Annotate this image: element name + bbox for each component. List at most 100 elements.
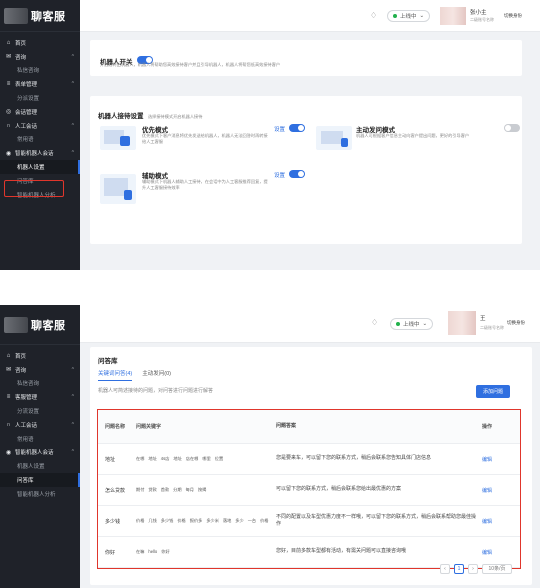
keyword-tag: 多少 xyxy=(235,518,244,523)
pagination: ‹ 1 › 10条/页 xyxy=(440,564,512,574)
logo-text: 聊客服 xyxy=(31,10,66,23)
sidebar-item[interactable]: 常用语 xyxy=(0,133,80,147)
top-header: ♢ 上线中 ⌄ 张小主 二级账号名称 切换身份 xyxy=(80,0,540,32)
tab-keyword-qa[interactable]: 关键词问答(4) xyxy=(98,369,133,381)
prev-page-icon[interactable]: ‹ xyxy=(440,564,450,574)
status-label: 上线中 xyxy=(400,14,417,20)
sidebar-item[interactable]: ≡ 客服管理 ^ xyxy=(0,390,80,404)
logo-mark xyxy=(4,316,28,333)
assist-mode-toggle[interactable] xyxy=(289,170,305,178)
sidebar-item-label: 私信咨询 xyxy=(17,68,40,75)
keyword-tag: 多少米 xyxy=(206,518,219,523)
mode-settings-link[interactable]: 设置 xyxy=(274,171,285,179)
keyword-tag: 哪里 xyxy=(202,456,211,461)
switch-identity[interactable]: 切换身份 xyxy=(507,320,525,326)
robot-switch-desc: 开启后将由机器人，机器人将帮助您高效接待客户并且引导机器人，机器人将帮您低高效接… xyxy=(100,62,281,67)
keyword-tag: 按揭 xyxy=(197,487,207,492)
keyword-tag: 报价多 xyxy=(189,518,203,523)
user-org: 二级账号名称 xyxy=(480,325,504,330)
sidebar-item-label: 机器人设置 xyxy=(17,464,45,471)
logo: 聊客服 xyxy=(0,305,80,345)
bell-icon[interactable]: ♢ xyxy=(370,11,377,20)
add-question-button[interactable]: 添加问题 xyxy=(476,385,511,398)
sidebar-item[interactable]: ✉ 咨询 ^ xyxy=(0,363,80,377)
sidebar-item[interactable]: ⌂ 首页 xyxy=(0,36,80,50)
status-dropdown[interactable]: 上线中 ⌄ xyxy=(390,318,434,330)
switch-identity[interactable]: 切换身份 xyxy=(504,13,522,19)
chevron-up-icon: ^ xyxy=(71,394,74,401)
sidebar-item-label: 首页 xyxy=(15,353,27,360)
sidebar-item[interactable]: 私信咨询 xyxy=(0,64,80,78)
mode-settings-link[interactable]: 设置 xyxy=(274,125,285,133)
sidebar-item-label: 私信咨询 xyxy=(17,381,40,388)
keyword-tag: 期付 xyxy=(136,487,145,492)
sidebar-item[interactable]: 智能机器人分析 xyxy=(0,487,80,501)
priority-mode-toggle[interactable] xyxy=(289,124,305,132)
sidebar-item-label: 首页 xyxy=(15,40,27,47)
edit-link[interactable]: 编辑 xyxy=(476,549,520,556)
keyword-tag: 价格 xyxy=(177,518,186,523)
keyword-tag: 价格 xyxy=(136,518,145,523)
keyword-tag: 在嘛 xyxy=(136,549,145,554)
sidebar-item[interactable]: 分派设置 xyxy=(0,91,80,105)
edit-link[interactable]: 编辑 xyxy=(476,456,520,463)
logo-mark xyxy=(4,7,28,24)
sidebar-item[interactable]: ✉ 咨询 ^ xyxy=(0,50,80,64)
chevron-down-icon: ⌄ xyxy=(422,321,428,327)
sidebar-item-label: 分派设置 xyxy=(17,96,40,103)
sidebar-item[interactable]: ◉ 智能机器人会话 ^ xyxy=(0,446,80,460)
question-name: 你好 xyxy=(105,549,116,556)
robot-icon: ◉ xyxy=(5,150,12,157)
chevron-up-icon: ^ xyxy=(71,449,74,456)
session-icon: ◎ xyxy=(5,109,12,116)
question-name: 多少钱 xyxy=(105,518,121,525)
col-action: 操作 xyxy=(482,424,493,430)
next-page-icon[interactable]: › xyxy=(468,564,478,574)
keyword-tag: 地址 xyxy=(173,456,182,461)
sidebar-item[interactable]: ⌂ 首页 xyxy=(0,349,80,363)
sidebar-item[interactable]: ◉ 智能机器人会话 ^ xyxy=(0,146,80,160)
sidebar-item[interactable]: ∩ 人工会话 ^ xyxy=(0,418,80,432)
sidebar-item[interactable]: ◎ 会话管理 xyxy=(0,105,80,119)
mode-desc: 机器人可根据客户信息主动向客户提出问题，更好的引导客户 xyxy=(356,133,470,138)
sidebar-item-label: 咨询 xyxy=(15,54,27,61)
sidebar-item[interactable]: 分流设置 xyxy=(0,404,80,418)
sidebar-item[interactable]: ∩ 人工会话 ^ xyxy=(0,119,80,133)
edit-link[interactable]: 编辑 xyxy=(476,518,520,525)
qa-library-screen: 聊客服 ⌂ 首页 ✉ 咨询 ^ 私信咨询 ≡ 客服管理 ^ 分流设置 ∩ 人工会话 ^ 常用语 ◉ 智能机器人… xyxy=(0,305,540,588)
active-ask-mode-toggle[interactable] xyxy=(504,124,520,132)
keyword-tag: 分期 xyxy=(173,487,182,492)
avatar[interactable] xyxy=(448,311,476,335)
sidebar-item[interactable]: 机器人设置 xyxy=(0,459,80,473)
keyword-list: 在哪 地址 4s店 地址 店在哪 哪里 位置 xyxy=(130,456,270,462)
tab-active-ask[interactable]: 主动发问(0) xyxy=(142,369,171,381)
qa-tabs: 关键词问答(4) 主动发问(0) xyxy=(98,369,171,381)
reception-header: 机器人接待设置 选择接待模式开启机器人接待 xyxy=(98,105,202,123)
robot-icon: ◉ xyxy=(5,449,12,456)
sidebar-item[interactable]: 常用语 xyxy=(0,432,80,446)
sidebar-item[interactable]: 私信咨询 xyxy=(0,377,80,391)
table-row: 地址 在哪 地址 4s店 地址 店在哪 哪里 位置 您是要来车，可以留下您的联系方式，稍后会联系… xyxy=(98,444,520,475)
status-label: 上线中 xyxy=(403,322,420,328)
sidebar-item[interactable]: ≡ 表单管理 ^ xyxy=(0,77,80,91)
sidebar-item[interactable]: 机器人设置 xyxy=(0,160,80,174)
mode-desc: 优先模式下客户消息将优先发送给机器人，机器人无法回答时再转接给人工客服 xyxy=(142,133,268,145)
question-name: 地址 xyxy=(105,456,116,463)
edit-link[interactable]: 编辑 xyxy=(476,487,520,494)
sidebar-item-label: 客服管理 xyxy=(15,395,38,402)
avatar[interactable] xyxy=(440,7,466,25)
status-dropdown[interactable]: 上线中 ⌄ xyxy=(387,10,431,22)
keyword-tag: 店在哪 xyxy=(185,456,199,461)
col-keywords: 问题关键字 xyxy=(136,424,162,430)
page-size-select[interactable]: 10条/页 xyxy=(482,564,512,574)
sidebar-item-label: 智能机器人会话 xyxy=(15,151,54,158)
keyword-tag: 几钱 xyxy=(148,518,157,523)
bell-icon[interactable]: ♢ xyxy=(371,318,378,327)
sidebar-item[interactable]: 问答库 xyxy=(0,473,80,487)
chevron-up-icon: ^ xyxy=(71,421,74,428)
table-body: 地址 在哪 地址 4s店 地址 店在哪 哪里 位置 您是要来车，可以留下您的联系方式，稍后会联系… xyxy=(98,444,520,568)
keyword-tag: 贷款 xyxy=(148,487,157,492)
form-icon: ≡ xyxy=(6,81,11,88)
qa-hint: 机器人可简述接待的问题，对问答进行问题进行解答 xyxy=(98,388,214,394)
page-number[interactable]: 1 xyxy=(454,564,464,574)
